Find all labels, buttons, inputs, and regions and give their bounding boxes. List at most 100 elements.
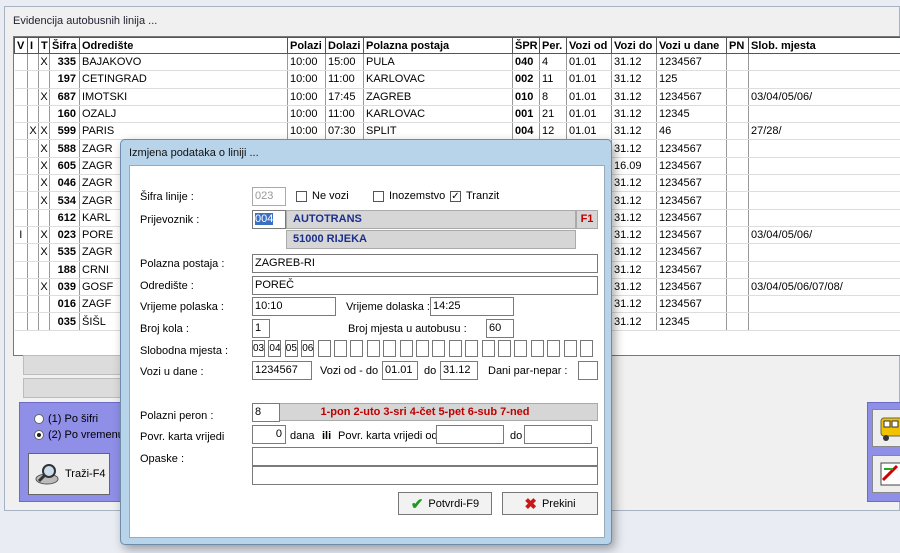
column-header[interactable]: Polazna postaja <box>363 37 513 54</box>
table-cell-dane: 1234567 <box>656 278 727 297</box>
dani-par-label: Dani par-nepar : <box>488 365 568 377</box>
seat-slot[interactable] <box>465 340 479 357</box>
column-header[interactable]: Šifra <box>49 37 80 54</box>
table-cell-pn <box>726 53 749 72</box>
broj-mjesta-field[interactable]: 60 <box>486 319 514 338</box>
column-header[interactable]: Odredište <box>79 37 288 54</box>
table-cell-t: X <box>38 157 50 176</box>
tranzit-checkbox[interactable]: ✓ <box>450 191 461 202</box>
table-cell-v <box>14 243 28 262</box>
odrediste-field[interactable]: POREČ <box>252 276 598 295</box>
povr-field[interactable]: 0 <box>252 425 286 444</box>
column-header[interactable]: PN <box>726 37 749 54</box>
edit-document-icon <box>880 462 900 486</box>
seat-slot[interactable] <box>547 340 561 357</box>
seat-slot[interactable] <box>317 340 331 357</box>
column-header[interactable]: Vozi do <box>611 37 657 54</box>
sort-option-1[interactable]: (1) Po šifri <box>34 413 98 425</box>
seat-slot[interactable] <box>350 340 364 357</box>
opaske-field-1[interactable] <box>252 447 598 466</box>
cancel-button[interactable]: ✖ Prekini <box>502 492 598 515</box>
table-cell-v <box>14 157 28 176</box>
search-button[interactable]: Traži-F4 <box>28 453 110 495</box>
povr-do-field[interactable] <box>524 425 592 444</box>
edit-line-dialog: Izmjena podataka o liniji ... Šifra lini… <box>120 139 612 545</box>
seat-slot[interactable] <box>563 340 577 357</box>
seat-slot[interactable]: 03 <box>252 340 265 357</box>
table-cell-i <box>27 157 39 176</box>
table-cell-v <box>14 191 28 210</box>
bus-button[interactable] <box>872 409 900 447</box>
povr-od-field[interactable] <box>436 425 504 444</box>
seat-slot[interactable] <box>448 340 462 357</box>
edit-button[interactable] <box>872 455 900 493</box>
sort-option-2[interactable]: (2) Po vremenu p <box>34 429 133 441</box>
f1-lookup-button[interactable]: F1 <box>576 210 598 229</box>
peron-field[interactable]: 8 <box>252 403 280 422</box>
povr-od-label: Povr. karta vrijedi od <box>338 430 438 442</box>
broj-kola-field[interactable]: 1 <box>252 319 270 338</box>
table-cell-per: 12 <box>539 122 567 141</box>
seat-slot[interactable] <box>399 340 413 357</box>
table-cell-v <box>14 295 28 314</box>
column-header[interactable]: V <box>14 37 28 54</box>
vozi-do-field[interactable]: 31.12 <box>440 361 478 380</box>
table-cell-v <box>14 261 28 279</box>
table-row[interactable]: 197 CETINGRAD 10:00 11:00 KARLOVAC 002 11 01.01… <box>14 70 900 89</box>
seat-slot[interactable]: 04 <box>268 340 282 357</box>
table-cell-do: 31.12 <box>611 105 657 124</box>
days-legend: 1-pon 2-uto 3-sri 4-čet 5-pet 6-sub 7-ne… <box>252 403 598 421</box>
confirm-button[interactable]: ✔ Potvrdi-F9 <box>398 492 492 515</box>
table-row[interactable]: 160 OZALJ 10:00 11:00 KARLOVAC 001 21 01.01 31.1… <box>14 105 900 124</box>
seat-slot[interactable] <box>481 340 495 357</box>
seat-slot[interactable] <box>498 340 511 357</box>
inozemstvo-checkbox[interactable] <box>373 191 384 202</box>
column-header[interactable]: Vozi od <box>566 37 612 54</box>
vozi-od-field[interactable]: 01.01 <box>382 361 418 380</box>
table-row[interactable]: X 687 IMOTSKI 10:00 17:45 ZAGREB 010 8 01.01 31.1… <box>14 88 900 106</box>
table-cell-dane: 1234567 <box>656 174 727 193</box>
prijevoznik-code-field[interactable]: 004 <box>252 210 286 229</box>
table-cell-t: X <box>38 191 50 210</box>
vrijeme-dolaska-field[interactable]: 14:25 <box>430 297 514 316</box>
vrijeme-polaska-field[interactable]: 10:10 <box>252 297 336 316</box>
table-cell-sifra: 197 <box>49 70 80 89</box>
table-cell-postaja: PULA <box>363 53 513 72</box>
table-row[interactable]: X X 599 PARIS 10:00 07:30 SPLIT 004 12 01.01 31.12… <box>14 122 900 141</box>
seat-slot[interactable]: 06 <box>301 340 315 357</box>
seat-slot[interactable]: 05 <box>284 340 298 357</box>
table-cell-dolazi: 11:00 <box>325 70 364 89</box>
table-row[interactable]: X 335 BAJAKOVO 10:00 15:00 PULA 040 4 01.01 31.12… <box>14 53 900 72</box>
table-cell-do: 31.12 <box>611 174 657 193</box>
table-cell-v <box>14 53 28 72</box>
search-button-label: Traži-F4 <box>65 468 106 480</box>
seat-slot[interactable] <box>580 340 593 357</box>
seat-slot[interactable] <box>383 340 397 357</box>
opaske-field-2[interactable] <box>252 466 598 485</box>
column-header[interactable]: Slob. mjesta <box>748 37 900 54</box>
column-header[interactable]: Vozi u dane <box>656 37 727 54</box>
seat-slot[interactable] <box>432 340 446 357</box>
seat-slot[interactable] <box>514 340 528 357</box>
vozi-u-dane-field[interactable]: 1234567 <box>252 361 312 380</box>
broj-mjesta-label: Broj mjesta u autobusu : <box>348 323 467 335</box>
ne-vozi-checkbox[interactable] <box>296 191 307 202</box>
column-header[interactable]: ŠPR <box>512 37 540 54</box>
polazna-field[interactable]: ZAGREB-RI <box>252 254 598 273</box>
column-header[interactable]: Polazi <box>287 37 326 54</box>
seat-slot[interactable] <box>530 340 544 357</box>
seat-slot[interactable] <box>334 340 347 357</box>
seat-slot[interactable] <box>416 340 429 357</box>
sifra-field[interactable]: 023 <box>252 187 286 206</box>
column-header[interactable]: I <box>27 37 39 54</box>
column-header[interactable]: Dolazi <box>325 37 364 54</box>
seat-slot[interactable] <box>366 340 380 357</box>
radio-sort-2[interactable] <box>34 430 44 440</box>
inozemstvo-label: Inozemstvo <box>389 190 446 202</box>
radio-sort-1[interactable] <box>34 414 44 424</box>
dani-par-field[interactable] <box>578 361 598 380</box>
table-cell-do: 31.12 <box>611 209 657 227</box>
column-header[interactable]: T <box>38 37 50 54</box>
column-header[interactable]: Per. <box>539 37 567 54</box>
table-cell-t <box>38 105 50 124</box>
